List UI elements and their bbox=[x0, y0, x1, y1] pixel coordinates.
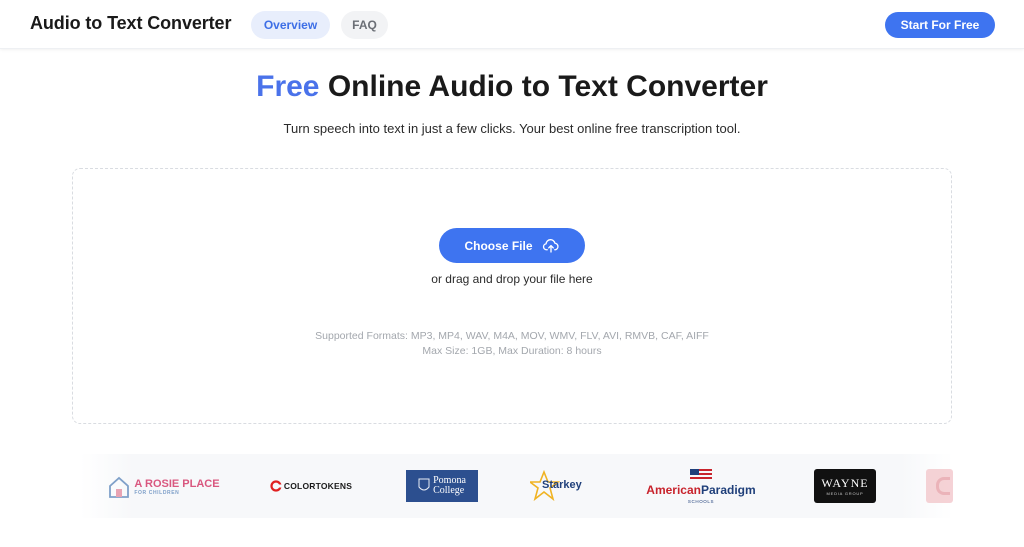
logo-partial-faded bbox=[926, 469, 953, 503]
drag-drop-hint: or drag and drop your file here bbox=[431, 272, 593, 286]
starkey-text: Starkey bbox=[542, 479, 582, 491]
colortokens-text: COLORTOKENS bbox=[283, 481, 353, 491]
nav-overview[interactable]: Overview bbox=[251, 11, 330, 39]
page-subtitle: Turn speech into text in just a few clic… bbox=[283, 121, 741, 136]
logo-a-rosie-place: A ROSIE PLACE FOR CHILDREN bbox=[108, 474, 220, 500]
choose-file-label: Choose File bbox=[464, 238, 533, 253]
wayne-text: WAYNE bbox=[821, 475, 869, 490]
top-header: Audio to Text Converter Overview FAQ Sta… bbox=[0, 0, 1024, 49]
file-dropzone[interactable] bbox=[72, 168, 952, 424]
rosie-main-text: A ROSIE PLACE bbox=[134, 477, 220, 490]
pomona-crest-icon bbox=[418, 478, 430, 491]
brand-title[interactable]: Audio to Text Converter bbox=[30, 13, 231, 34]
nav-faq[interactable]: FAQ bbox=[341, 11, 388, 39]
logo-starkey: Starkey bbox=[530, 470, 586, 502]
page-title: Free Online Audio to Text Converter bbox=[0, 70, 1024, 104]
pomona-line-2: College bbox=[433, 485, 465, 496]
flag-icon bbox=[690, 469, 712, 479]
title-rest: Online Audio to Text Converter bbox=[327, 70, 768, 103]
supported-formats: Supported Formats: MP3, MP4, WAV, M4A, M… bbox=[315, 330, 709, 342]
customer-logos: A ROSIE PLACE FOR CHILDREN COLORTOKENS P… bbox=[80, 454, 953, 518]
logo-colortokens: COLORTOKENS bbox=[268, 478, 354, 494]
rosie-sub-text: FOR CHILDREN bbox=[134, 489, 180, 496]
wayne-sub-text: MEDIA GROUP bbox=[826, 490, 864, 496]
logo-wayne-media-group: WAYNE MEDIA GROUP bbox=[814, 469, 876, 503]
ap-text-2: Paradigm bbox=[701, 483, 756, 497]
logo-pomona-college: Pomona College bbox=[406, 470, 478, 502]
colortokens-mark-icon bbox=[270, 480, 282, 492]
ap-text-1: American bbox=[646, 483, 701, 497]
cloud-upload-icon bbox=[542, 238, 559, 253]
upload-limits: Max Size: 1GB, Max Duration: 8 hours bbox=[422, 345, 602, 357]
house-icon bbox=[109, 476, 130, 498]
logo-american-paradigm: AmericanParadigm SCHOOLS bbox=[640, 468, 762, 504]
choose-file-button[interactable]: Choose File bbox=[439, 228, 585, 263]
ap-sub-text: SCHOOLS bbox=[687, 499, 715, 504]
start-for-free-button[interactable]: Start For Free bbox=[885, 12, 995, 38]
title-accent: Free bbox=[256, 70, 320, 103]
